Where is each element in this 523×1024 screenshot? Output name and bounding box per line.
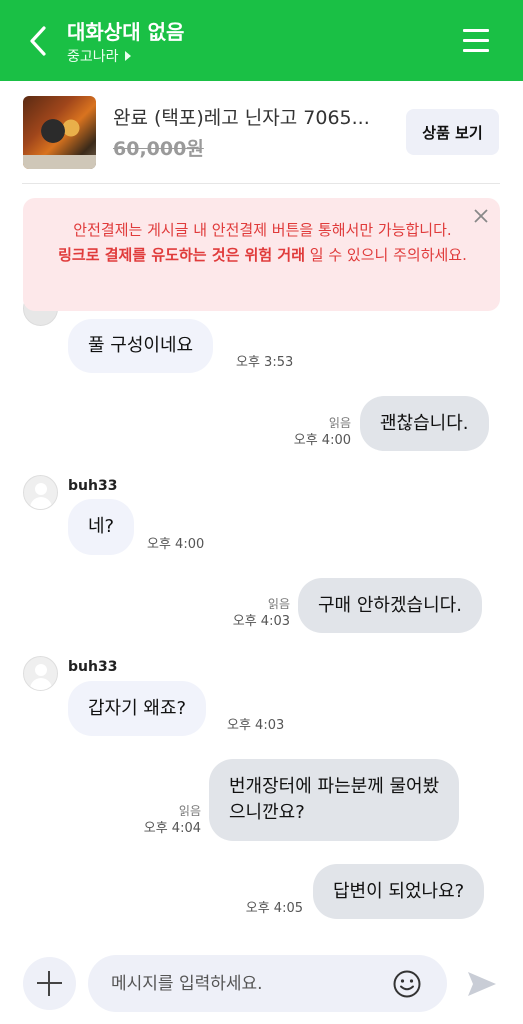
chevron-right-icon: [124, 51, 131, 61]
view-product-button[interactable]: 상품 보기: [406, 109, 499, 155]
message-bubble-outgoing[interactable]: 답변이 되었나요?: [313, 864, 485, 919]
product-price: 60,000원: [113, 138, 204, 160]
warning-text: 안전결제는 게시글 내 안전결제 버튼을 통해서만 가능합니다. 링크로 결제를…: [41, 218, 484, 268]
read-receipt: 읽음: [178, 804, 201, 818]
chat-area[interactable]: 안전결제는 게시글 내 안전결제 버튼을 통해서만 가능합니다. 링크로 결제를…: [0, 184, 523, 944]
emoji-button[interactable]: [392, 969, 422, 999]
send-button[interactable]: [466, 969, 498, 999]
chat-subtitle[interactable]: 중고나라: [67, 46, 131, 66]
message-bubble-outgoing[interactable]: 괜찮습니다.: [360, 396, 489, 451]
chat-header: 대화상대 없음 중고나라: [0, 0, 523, 81]
close-warning-button[interactable]: [472, 207, 490, 225]
message-bubble-incoming[interactable]: 갑자기 왜죠?: [68, 681, 207, 736]
avatar[interactable]: [23, 475, 58, 510]
message-time: 오후 4:03: [232, 614, 290, 629]
hamburger-icon: [463, 49, 489, 52]
warning-tail-text: 일 수 있으니 주의하세요.: [305, 246, 467, 264]
message-meta: 읽음 오후 4:00: [290, 414, 351, 450]
close-icon: [474, 209, 488, 223]
message-bubble-outgoing[interactable]: 번개장터에 파는분께 물어봤 으니깐요?: [209, 759, 460, 841]
hamburger-icon: [463, 39, 489, 42]
message-time: 오후 4:05: [245, 901, 303, 916]
product-title[interactable]: 완료 (택포)레고 닌자고 7065...: [113, 103, 370, 130]
safety-warning-banner: 안전결제는 게시글 내 안전결제 버튼을 통해서만 가능합니다. 링크로 결제를…: [23, 198, 500, 311]
read-receipt: 읽음: [267, 597, 290, 611]
sender-name: buh33: [68, 478, 118, 494]
message-bubble-incoming[interactable]: 네?: [68, 499, 135, 555]
send-icon: [468, 972, 496, 996]
subtitle-label: 중고나라: [67, 49, 119, 65]
back-button[interactable]: [22, 22, 56, 60]
menu-button[interactable]: [461, 26, 491, 54]
message-time: 오후 4:04: [143, 821, 201, 836]
message-meta: 읽음 오후 4:03: [229, 595, 290, 631]
chat-title[interactable]: 대화상대 없음: [67, 16, 184, 45]
message-time: 오후 4:00: [147, 537, 205, 552]
message-time: 오후 3:53: [236, 355, 294, 370]
chevron-left-icon: [30, 26, 46, 56]
smiley-icon: [393, 970, 421, 998]
product-thumbnail[interactable]: [23, 96, 96, 169]
message-bubble-outgoing[interactable]: 구매 안하겠습니다.: [298, 578, 482, 633]
warning-line1: 안전결제는 게시글 내 안전결제 버튼을 통해서만 가능합니다.: [73, 221, 452, 239]
product-bar: 완료 (택포)레고 닌자고 7065... 60,000원 상품 보기: [0, 81, 523, 184]
warning-bold-text: 링크로 결제를 유도하는 것은 위험 거래: [58, 246, 306, 264]
message-meta: 읽음 오후 4:04: [140, 802, 201, 838]
message-bubble-incoming[interactable]: 풀 구성이네요: [68, 319, 214, 373]
message-time: 오후 4:03: [227, 718, 285, 733]
message-input-bar: [0, 944, 523, 1024]
message-time: 오후 4:00: [293, 433, 351, 448]
avatar[interactable]: [23, 656, 58, 691]
message-text-line: 번개장터에 파는분께 물어봤: [229, 776, 440, 797]
message-text-line: 으니깐요?: [229, 802, 305, 823]
read-receipt: 읽음: [328, 416, 351, 430]
hamburger-icon: [463, 29, 489, 32]
sender-name: buh33: [68, 659, 118, 675]
attach-button[interactable]: [23, 957, 76, 1010]
